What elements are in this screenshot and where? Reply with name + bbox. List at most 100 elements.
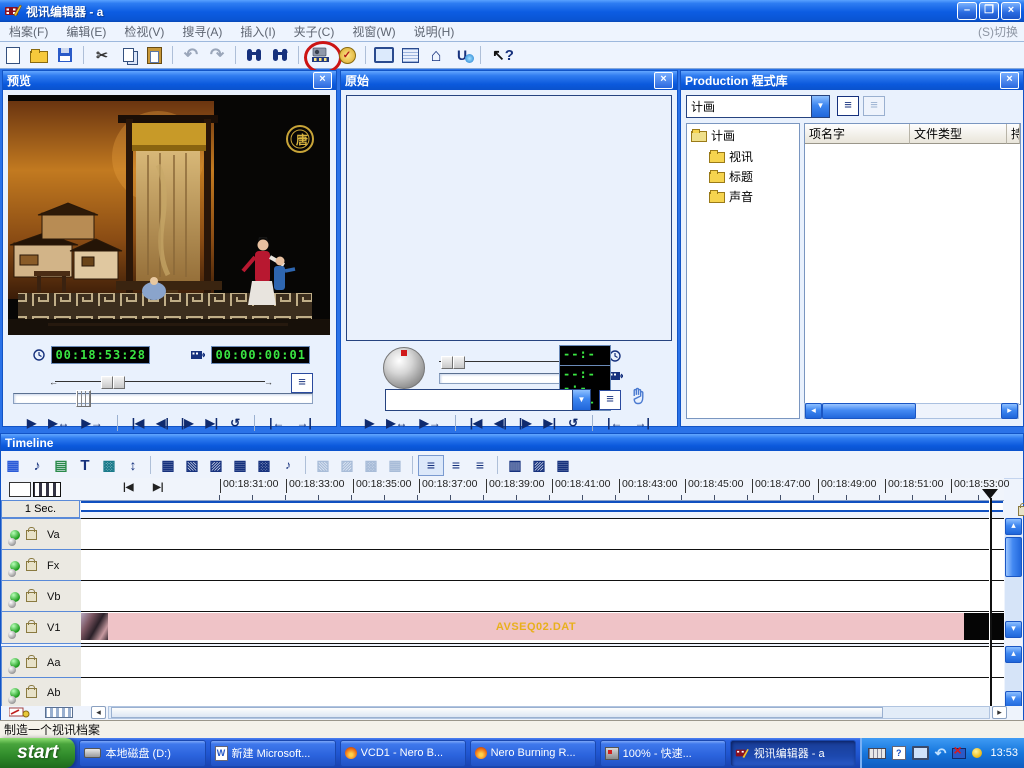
dropdown-arrow-icon[interactable]: ▼	[572, 390, 590, 410]
display-mode-film-icon[interactable]	[33, 482, 61, 497]
track-lane[interactable]	[81, 549, 1004, 582]
menu-help[interactable]: 说明(H)	[405, 23, 464, 40]
keyboard-tray-icon[interactable]	[868, 748, 886, 759]
trim-in-handle[interactable]	[441, 356, 453, 369]
track-lock-icon[interactable]	[26, 658, 37, 668]
clip-thumbnail[interactable]	[81, 613, 108, 640]
scrub-thumb[interactable]	[76, 390, 91, 407]
scroll-down-button[interactable]: ▾	[1005, 621, 1022, 638]
upload-button[interactable]: U	[449, 44, 475, 66]
scroll-left-button[interactable]: ◂	[805, 403, 822, 419]
menu-view[interactable]: 检视(V)	[115, 23, 173, 40]
menu-window[interactable]: 视窗(W)	[343, 23, 404, 40]
menu-search[interactable]: 搜寻(A)	[173, 23, 231, 40]
play-range-button[interactable]: ▶↔	[386, 416, 407, 430]
copy-button[interactable]	[115, 44, 141, 66]
preview-menu-button[interactable]: ≡	[291, 373, 313, 393]
view-storyboard-button[interactable]: ≡	[444, 456, 468, 475]
overlay-button[interactable]: ▩	[359, 456, 383, 475]
library-folder-select[interactable]: 计画 ▼	[686, 95, 830, 118]
preview-window-button[interactable]	[371, 44, 397, 66]
track-secondary-led[interactable]	[8, 600, 16, 608]
video-tracks-scrollbar[interactable]: ▴ ▾	[1005, 518, 1022, 634]
scroll-right-button[interactable]: ▸	[1001, 403, 1018, 419]
go-start-button[interactable]: |◀	[132, 416, 145, 430]
play-button[interactable]: ▶	[27, 416, 36, 430]
menu-insert[interactable]: 插入(I)	[231, 23, 284, 40]
audio-tracks-scrollbar[interactable]: ▴ ▾	[1005, 646, 1022, 706]
display-mode-blank-icon[interactable]	[9, 482, 31, 497]
tree-item-project[interactable]: 计画	[691, 127, 799, 144]
paste-button[interactable]	[141, 44, 167, 66]
redo-button[interactable]: ↷	[204, 44, 230, 66]
play-range-button[interactable]: ▶↔	[48, 416, 69, 430]
restore-button[interactable]: ❐	[979, 2, 999, 20]
split-clip-button[interactable]: ▦	[156, 456, 180, 475]
taskbar-task-word[interactable]: W 新建 Microsoft...	[210, 740, 336, 767]
hscroll-thumb[interactable]	[111, 707, 883, 718]
scroll-thumb[interactable]	[822, 403, 916, 419]
trim-out-handle[interactable]	[113, 376, 125, 389]
track-manager-button[interactable]: ▥	[503, 456, 527, 475]
context-help-button[interactable]: ↖ ?	[486, 44, 520, 66]
preview-trim-slider[interactable]: ← →	[55, 375, 265, 387]
view-audio-button[interactable]: ≡	[468, 456, 492, 475]
jog-knob[interactable]	[383, 347, 425, 389]
insert-audio-button[interactable]: ♪	[25, 456, 49, 475]
track-lane[interactable]	[81, 646, 1004, 679]
undo-button[interactable]: ↶	[178, 44, 204, 66]
mark-in-button[interactable]: |←	[269, 416, 284, 430]
library-window-button[interactable]	[397, 44, 423, 66]
prev-frame-button[interactable]: ◀|	[494, 416, 507, 430]
taskbar-task-drive[interactable]: 本地磁盘 (D:)	[79, 740, 205, 767]
track-secondary-led[interactable]	[8, 631, 16, 639]
menu-clip[interactable]: 夹子(C)	[285, 23, 344, 40]
minimize-button[interactable]: –	[957, 2, 977, 20]
go-start-button[interactable]: |◀	[470, 416, 483, 430]
taskbar-task-speed[interactable]: 100% - 快速...	[600, 740, 726, 767]
view-timeline-button[interactable]: ≡	[418, 455, 444, 476]
column-duration[interactable]: 持续	[1007, 124, 1020, 144]
insert-video-button[interactable]: ▦	[1, 456, 25, 475]
hscroll-right-button[interactable]: ▸	[992, 706, 1007, 719]
next-frame-button[interactable]: |▶	[181, 416, 194, 430]
track-lock-icon[interactable]	[26, 592, 37, 602]
ruler-go-start-button[interactable]: |◀	[123, 482, 134, 493]
find-button[interactable]	[241, 44, 267, 66]
moving-path-button[interactable]: ▦	[383, 456, 407, 475]
prev-frame-button[interactable]: ◀|	[156, 416, 169, 430]
library-view-detail-button[interactable]: ≡	[863, 96, 885, 116]
track-secondary-led[interactable]	[8, 538, 16, 546]
menu-file[interactable]: 档案(F)	[0, 23, 57, 40]
taskbar-task-vcd-nero[interactable]: VCD1 - Nero B...	[340, 740, 466, 767]
taskbar-task-video-editor[interactable]: 视讯编辑器 - a	[730, 740, 856, 767]
track-secondary-led[interactable]	[8, 569, 16, 577]
new-file-button[interactable]	[0, 44, 26, 66]
library-hscrollbar[interactable]: ◂ ▸	[804, 403, 1019, 419]
preview-scrub-bar[interactable]	[13, 393, 313, 404]
scroll-thumb[interactable]	[1005, 537, 1022, 577]
check-convert-button[interactable]: ✓	[334, 44, 360, 66]
loop-button[interactable]: ↺	[230, 416, 240, 430]
clip-black-tail[interactable]	[964, 613, 1004, 640]
film-mode-icon[interactable]	[45, 707, 73, 718]
disconnected-tray-icon[interactable]: ×	[952, 748, 966, 759]
ruler-lock-icon[interactable]	[1018, 506, 1024, 516]
help-tray-icon[interactable]: ?	[892, 746, 906, 760]
project-home-button[interactable]: ⌂	[423, 44, 449, 66]
track-lane[interactable]: AVSEQ02.DAT	[81, 611, 1004, 644]
playhead-line[interactable]	[989, 498, 992, 706]
preview-close-button[interactable]: ×	[313, 72, 332, 89]
track-lane[interactable]	[81, 677, 1004, 708]
track-lane[interactable]	[81, 580, 1004, 613]
menu-edit[interactable]: 编辑(E)	[57, 23, 115, 40]
track-lock-icon[interactable]	[26, 688, 37, 698]
timeline-ruler[interactable]: |◀ ▶| 00:18:31:00 00:18:33:00 00:18:35:0…	[1, 478, 1004, 501]
scale-cell[interactable]: 1 Sec.	[1, 500, 80, 518]
timeline-titlebar[interactable]: Timeline	[1, 434, 1023, 451]
track-lock-icon[interactable]	[26, 530, 37, 540]
insert-object-button[interactable]: ▩	[97, 456, 121, 475]
hscroll-track[interactable]	[108, 706, 990, 719]
lamp-tray-icon[interactable]	[972, 748, 982, 758]
scroll-up-button[interactable]: ▴	[1005, 646, 1022, 663]
